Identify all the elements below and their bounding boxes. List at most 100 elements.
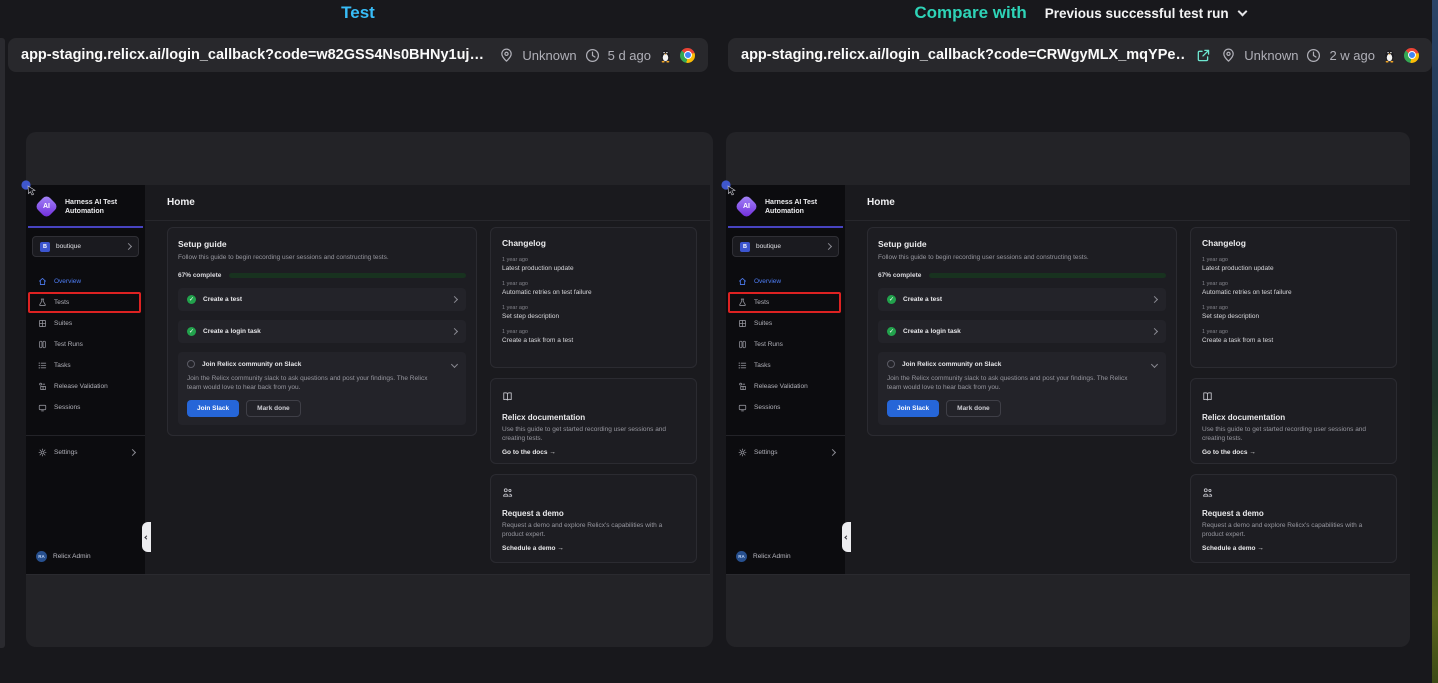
setup-guide-title: Setup guide	[878, 239, 1166, 249]
mark-done-button: Mark done	[246, 400, 301, 417]
docs-link: Go to the docs →	[502, 449, 685, 456]
project-selector: B boutique	[732, 236, 839, 257]
sidebar-item-tasks: Tasks	[726, 355, 845, 376]
demo-link: Schedule a demo →	[1202, 545, 1385, 552]
list-icon	[738, 361, 747, 370]
list-icon	[38, 361, 47, 370]
compare-run-dropdown[interactable]: Previous successful test run	[1045, 6, 1246, 21]
chevron-right-icon	[125, 243, 132, 250]
app-sidebar: AI Harness AI Test Automation B boutique…	[26, 185, 145, 574]
sidebar-nav: Overview Tests Suites Test Runs T	[26, 271, 145, 418]
app-sidebar: AI Harness AI Test Automation B boutique…	[726, 185, 845, 574]
sidebar-nav: Overview Tests Suites Test Runs T	[726, 271, 845, 418]
user-row: RA Relicx Admin	[726, 551, 845, 574]
sidebar-item-release-validation: Release Validation	[726, 376, 845, 397]
changelog-title: Changelog	[1202, 238, 1385, 248]
docs-title: Relicx documentation	[502, 413, 685, 422]
join-slack-button: Join Slack	[187, 400, 239, 417]
compare-column-header: Compare with Previous successful test ru…	[728, 0, 1432, 26]
chrome-icon	[1404, 48, 1419, 63]
brand-name: Harness AI Test Automation	[65, 196, 117, 216]
changelog-entry: 1 year ago Latest production update	[1202, 257, 1385, 272]
sidebar-collapse-handle	[842, 522, 851, 552]
progress-label: 67% complete	[878, 272, 921, 279]
compare-column-title: Compare with	[914, 3, 1026, 23]
demo-link: Schedule a demo →	[502, 545, 685, 552]
test-screenshot-panel: AI Harness AI Test Automation B boutique…	[26, 132, 713, 647]
changelog-entry: 1 year ago Set step description	[502, 305, 685, 320]
step-create-test: ✓ Create a test	[878, 288, 1166, 311]
session-monitor-icon	[738, 403, 747, 412]
harness-logo-icon: AI	[734, 194, 758, 218]
request-demo-card: Request a demo Request a demo and explor…	[490, 474, 697, 563]
sidebar-item-overview: Overview	[726, 271, 845, 292]
setup-guide-card: Setup guide Follow this guide to begin r…	[167, 227, 477, 436]
app-brand: AI Harness AI Test Automation	[726, 185, 845, 225]
validation-stamp-icon	[38, 382, 47, 391]
step-create-login-task: ✓ Create a login task	[178, 320, 466, 343]
sidebar-item-sessions: Sessions	[726, 397, 845, 418]
page-title: Home	[845, 185, 1410, 221]
documentation-card: Relicx documentation Use this guide to g…	[1190, 378, 1397, 464]
demo-description: Request a demo and explore Relicx's capa…	[502, 522, 685, 539]
app-screenshot: AI Harness AI Test Automation B boutique…	[26, 185, 710, 575]
changelog-entry: 1 year ago Automatic retries on test fai…	[1202, 281, 1385, 296]
session-monitor-icon	[38, 403, 47, 412]
sidebar-item-suites: Suites	[726, 313, 845, 334]
setup-guide-subtitle: Follow this guide to begin recording use…	[178, 254, 466, 261]
step-join-slack: Join Relicx community on Slack Join the …	[178, 352, 466, 425]
user-name: Relicx Admin	[53, 553, 91, 560]
sidebar-item-tests: Tests	[726, 292, 845, 313]
docs-description: Use this guide to get started recording …	[1202, 426, 1385, 443]
slack-step-description: Join the Relicx community slack to ask q…	[187, 375, 438, 392]
chevron-right-icon	[129, 449, 136, 456]
home-icon	[38, 277, 47, 286]
tests-highlight-box	[728, 292, 841, 313]
project-selector: B boutique	[32, 236, 139, 257]
chrome-icon	[680, 48, 695, 63]
sidebar-item-test-runs: Test Runs	[726, 334, 845, 355]
changelog-entry: 1 year ago Create a task from a test	[1202, 329, 1385, 344]
step-join-slack: Join Relicx community on Slack Join the …	[878, 352, 1166, 425]
adjacent-run-edge-right	[1432, 0, 1438, 683]
changelog-entry: 1 year ago Create a task from a test	[502, 329, 685, 344]
setup-guide-title: Setup guide	[178, 239, 466, 249]
check-circle-icon: ✓	[187, 327, 196, 336]
docs-link: Go to the docs →	[1202, 449, 1385, 456]
check-circle-icon: ✓	[187, 295, 196, 304]
docs-description: Use this guide to get started recording …	[502, 426, 685, 443]
columns-icon	[738, 340, 747, 349]
columns-icon	[38, 340, 47, 349]
test-column-header: Test	[8, 0, 708, 26]
grid-icon	[738, 319, 747, 328]
gear-icon	[738, 448, 747, 457]
compare-screenshot-panel: AI Harness AI Test Automation B boutique…	[726, 132, 1410, 647]
adjacent-run-edge-left	[0, 38, 5, 648]
gear-icon	[38, 448, 47, 457]
demo-description: Request a demo and explore Relicx's capa…	[1202, 522, 1385, 539]
book-icon	[502, 391, 513, 402]
app-content: Home Setup guide Follow this guide to be…	[845, 185, 1410, 574]
home-icon	[738, 277, 747, 286]
external-link-icon[interactable]	[1196, 48, 1211, 63]
chevron-right-icon	[1151, 296, 1158, 303]
book-icon	[1202, 391, 1213, 402]
clock-icon	[1306, 48, 1321, 63]
step-create-test: ✓ Create a test	[178, 288, 466, 311]
avatar: RA	[736, 551, 747, 562]
mark-done-button: Mark done	[946, 400, 1001, 417]
chevron-right-icon	[451, 296, 458, 303]
sidebar-item-settings: Settings	[26, 442, 145, 463]
slack-step-description: Join the Relicx community slack to ask q…	[887, 375, 1138, 392]
sidebar-item-suites: Suites	[26, 313, 145, 334]
compare-location: Unknown	[1244, 48, 1298, 63]
brand-divider	[728, 226, 843, 228]
chevron-down-icon	[1237, 7, 1247, 17]
demo-title: Request a demo	[502, 509, 685, 518]
brand-divider	[28, 226, 143, 228]
chevron-left-icon	[144, 535, 148, 539]
harness-logo-icon: AI	[34, 194, 58, 218]
test-location: Unknown	[522, 48, 576, 63]
demo-title: Request a demo	[1202, 509, 1385, 518]
page-title: Home	[145, 185, 710, 221]
